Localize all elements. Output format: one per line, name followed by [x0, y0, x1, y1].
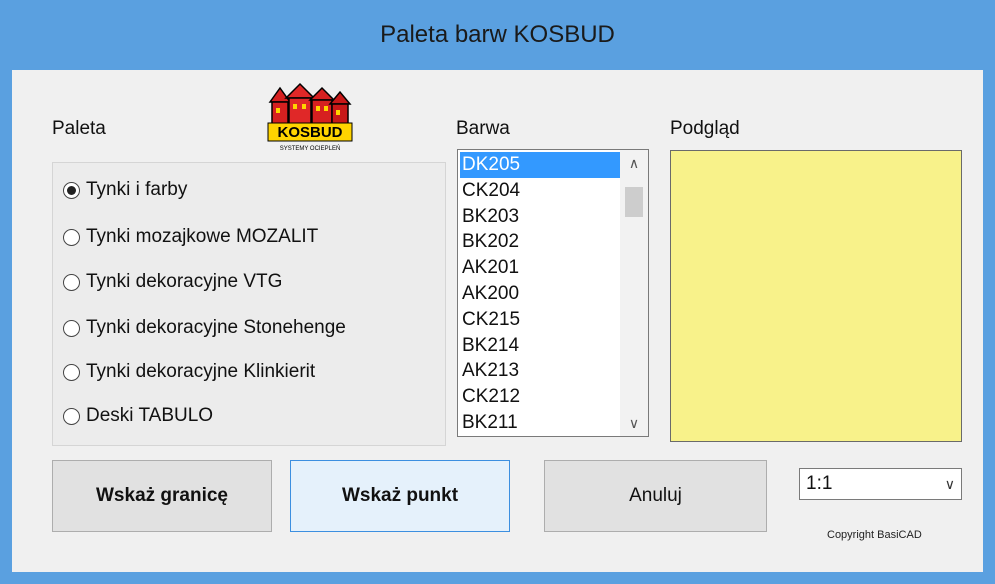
- radio-tynki-mozalit[interactable]: Tynki mozajkowe MOZALIT: [63, 226, 318, 248]
- color-listbox[interactable]: DK205 CK204 BK203 BK202 AK201 AK200 CK21…: [457, 149, 649, 437]
- list-item[interactable]: BK202: [460, 229, 620, 255]
- radio-button-icon[interactable]: [63, 181, 80, 199]
- houses-logo-icon: KOSBUD SYSTEMY OCIEPLEŃ: [267, 82, 353, 152]
- radio-label: Tynki mozajkowe MOZALIT: [86, 226, 319, 247]
- scroll-down-icon[interactable]: ∨: [620, 412, 648, 434]
- select-boundary-button[interactable]: Wskaż granicę: [52, 460, 272, 532]
- list-item[interactable]: CK204: [460, 178, 620, 204]
- palette-label: Paleta: [52, 118, 106, 139]
- list-item[interactable]: BK203: [460, 204, 620, 230]
- cancel-button[interactable]: Anuluj: [544, 460, 767, 532]
- scroll-thumb[interactable]: [625, 187, 643, 217]
- select-point-button[interactable]: Wskaż punkt: [290, 460, 510, 532]
- list-item[interactable]: AK213: [460, 358, 620, 384]
- radio-label: Tynki dekoracyjne Klinkierit: [86, 361, 316, 382]
- list-item[interactable]: CK212: [460, 384, 620, 410]
- radio-tynki-vtg[interactable]: Tynki dekoracyjne VTG: [63, 271, 282, 293]
- list-item[interactable]: BK214: [460, 333, 620, 359]
- main-window: Paleta barw KOSBUD Paleta KOSBUD SYSTEMY…: [0, 0, 995, 584]
- logo-brand-text: KOSBUD: [277, 124, 342, 141]
- radio-button-icon[interactable]: [63, 273, 80, 291]
- radio-button-icon[interactable]: [63, 407, 80, 425]
- radio-label: Tynki dekoracyjne VTG: [86, 271, 283, 292]
- list-item[interactable]: AK200: [460, 281, 620, 307]
- scale-dropdown[interactable]: 1:1 ∨: [799, 468, 962, 500]
- scroll-up-icon[interactable]: ∧: [620, 152, 648, 174]
- chevron-down-icon[interactable]: ∨: [945, 469, 955, 499]
- color-preview-swatch: [670, 150, 962, 442]
- logo-tagline-text: SYSTEMY OCIEPLEŃ: [280, 145, 341, 152]
- window-title: Paleta barw KOSBUD: [380, 21, 615, 48]
- preview-label: Podgląd: [670, 118, 740, 139]
- radio-button-icon[interactable]: [63, 319, 80, 337]
- list-item[interactable]: CK215: [460, 307, 620, 333]
- radio-tynki-stonehenge[interactable]: Tynki dekoracyjne Stonehenge: [63, 317, 346, 339]
- radio-deski-tabulo[interactable]: Deski TABULO: [63, 405, 213, 427]
- dialog-body: Paleta KOSBUD SYSTEMY OCIEPLEŃ Barwa Pod…: [12, 70, 983, 572]
- kosbud-logo: KOSBUD SYSTEMY OCIEPLEŃ: [256, 82, 362, 154]
- radio-tynki-klinkierit[interactable]: Tynki dekoracyjne Klinkierit: [63, 361, 315, 383]
- color-list-items: DK205 CK204 BK203 BK202 AK201 AK200 CK21…: [460, 152, 620, 436]
- radio-label: Tynki i farby: [86, 179, 188, 200]
- scale-value: 1:1: [806, 473, 833, 494]
- radio-button-icon[interactable]: [63, 228, 80, 246]
- radio-label: Deski TABULO: [86, 405, 214, 426]
- radio-button-icon[interactable]: [63, 363, 80, 381]
- list-scrollbar[interactable]: ∧ ∨: [620, 150, 648, 436]
- palette-radio-group: Tynki i farby Tynki mozajkowe MOZALIT Ty…: [52, 162, 446, 446]
- list-item-selected[interactable]: DK205: [460, 152, 620, 178]
- radio-label: Tynki dekoracyjne Stonehenge: [86, 317, 346, 338]
- list-item[interactable]: AK201: [460, 255, 620, 281]
- radio-tynki-i-farby[interactable]: Tynki i farby: [63, 179, 187, 201]
- color-label: Barwa: [456, 118, 510, 139]
- copyright-text: Copyright BasiCAD: [827, 529, 922, 541]
- list-item[interactable]: BK211: [460, 410, 620, 436]
